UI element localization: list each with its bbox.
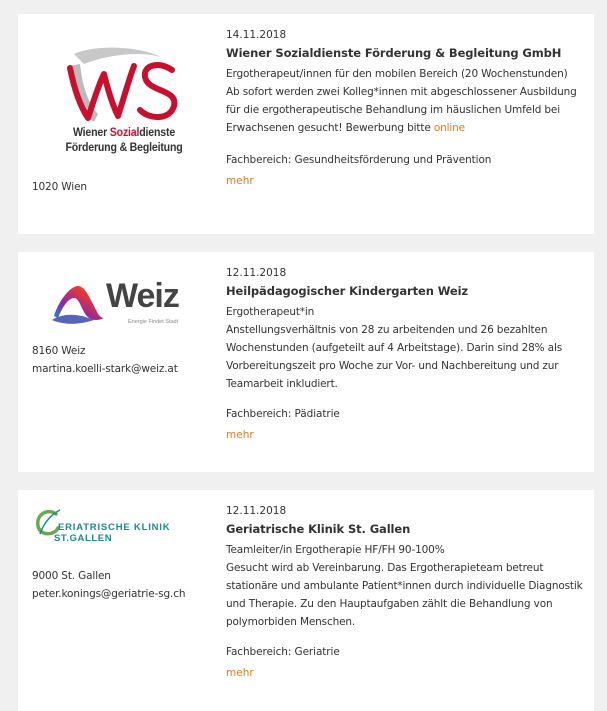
geriatrie-logo-line2: ST.GALLEN — [54, 533, 113, 544]
company-logo-geriatrie[interactable]: ERIATRISCHE KLINIK ST.GALLEN — [34, 508, 214, 552]
company-address: 9000 St. Gallen — [32, 570, 111, 582]
job-description: Ergotherapeut/innen für den mobilen Bere… — [226, 65, 586, 137]
more-link[interactable]: mehr — [226, 427, 254, 443]
job-description: Teamleiter/in Ergotherapie HF/FH 90-100%… — [226, 541, 586, 631]
company-name[interactable]: Heilpädagogischer Kindergarten Weiz — [226, 283, 586, 299]
card-right-column: 12.11.2018 Heilpädagogischer Kindergarte… — [226, 266, 586, 443]
job-body: Anstellungsverhältnis von 28 zu arbeiten… — [226, 324, 563, 390]
weiz-tagline: Energie Findet Stadt — [128, 319, 179, 325]
card-right-column: 12.11.2018 Geriatrische Klinik St. Galle… — [226, 504, 586, 681]
more-link[interactable]: mehr — [226, 173, 254, 189]
job-position: Ergotherapeut/innen für den mobilen Bere… — [226, 68, 568, 80]
company-name[interactable]: Geriatrische Klinik St. Gallen — [226, 521, 586, 537]
job-body: Gesucht wird ab Vereinbarung. Das Ergoth… — [226, 562, 583, 628]
job-card: ERIATRISCHE KLINIK ST.GALLEN 9000 St. Ga… — [18, 490, 594, 711]
job-card: Weiz Energie Findet Stadt 8160 Weiz mart… — [18, 252, 594, 472]
specialty-field: Fachbereich: Pädiatrie — [226, 408, 340, 420]
company-email[interactable]: martina.koelli-stark@weiz.at — [32, 360, 178, 378]
posting-date: 12.11.2018 — [226, 505, 287, 517]
weiz-wordmark: Weiz — [106, 277, 180, 315]
company-address: 1020 Wien — [32, 181, 87, 193]
geriatrie-logo-line1: ERIATRISCHE KLINIK — [58, 522, 171, 533]
company-email[interactable]: peter.konings@geriatrie-sg.ch — [32, 585, 185, 603]
job-position: Ergotherapeut*in — [226, 306, 315, 318]
apply-online-link[interactable]: online — [434, 122, 465, 134]
ws-logo-line2: Förderung & Begleitung — [65, 142, 183, 154]
ws-logo-line1: Wiener Sozialdienste — [72, 127, 176, 139]
job-description: Ergotherapeut*in Anstellungsverhältnis v… — [226, 303, 586, 393]
job-body: Ab sofort werden zwei Kolleg*innen mit a… — [226, 86, 577, 134]
posting-date: 12.11.2018 — [226, 267, 287, 279]
company-name[interactable]: Wiener Sozialdienste Förderung & Begleit… — [226, 45, 586, 61]
card-right-column: 14.11.2018 Wiener Sozialdienste Förderun… — [226, 28, 586, 189]
specialty-field: Fachbereich: Geriatrie — [226, 646, 340, 658]
job-card: Wiener Sozialdienste Förderung & Begleit… — [18, 14, 594, 234]
job-listings: Wiener Sozialdienste Förderung & Begleit… — [0, 0, 607, 711]
specialty-field: Fachbereich: Gesundheitsförderung und Pr… — [226, 154, 492, 166]
job-position: Teamleiter/in Ergotherapie HF/FH 90-100% — [226, 544, 445, 556]
more-link[interactable]: mehr — [226, 665, 254, 681]
posting-date: 14.11.2018 — [226, 29, 287, 41]
company-logo-weiz[interactable]: Weiz Energie Findet Stadt — [48, 272, 208, 332]
company-address: 8160 Weiz — [32, 345, 86, 357]
company-logo-ws[interactable]: Wiener Sozialdienste Förderung & Begleit… — [54, 44, 194, 162]
